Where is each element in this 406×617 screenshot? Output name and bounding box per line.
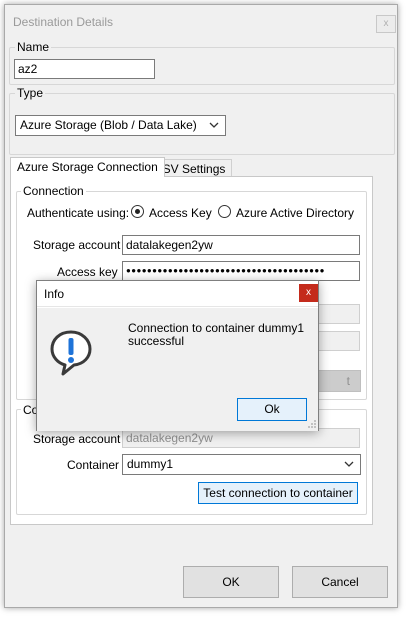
test-connection-button[interactable]: Test connection to container (198, 482, 358, 504)
info-dialog-body: Connection to container dummy1 successfu… (37, 308, 318, 431)
info-ok-button[interactable]: Ok (237, 398, 307, 421)
cancel-button[interactable]: Cancel (292, 566, 388, 598)
tab-azure-storage-connection[interactable]: Azure Storage Connection (10, 157, 165, 177)
connection-group-label: Connection (21, 184, 86, 198)
info-message: Connection to container dummy1 successfu… (128, 321, 305, 348)
radio-azure-ad-label[interactable]: Azure Active Directory (236, 206, 354, 220)
container-storage-account-input: datalakegen2yw (122, 428, 360, 448)
type-select-value: Azure Storage (Blob / Data Lake) (20, 118, 197, 132)
chevron-down-icon (209, 122, 219, 128)
auth-label: Authenticate using: (27, 206, 130, 220)
container-storage-account-label: Storage account (33, 432, 121, 446)
hidden-button-label: t (346, 374, 350, 388)
name-group-label: Name (15, 40, 52, 54)
type-select[interactable]: Azure Storage (Blob / Data Lake) (15, 115, 226, 136)
radio-access-key[interactable] (131, 205, 144, 218)
window-title: Destination Details (13, 15, 114, 29)
info-dialog-title: Info (44, 287, 65, 301)
hidden-field-2 (318, 331, 360, 351)
container-select[interactable]: dummy1 (122, 454, 361, 475)
radio-access-key-label[interactable]: Access Key (149, 206, 212, 220)
chevron-down-icon (344, 461, 354, 467)
hidden-field-1 (318, 304, 360, 324)
speech-bubble-exclamation-icon (50, 330, 92, 376)
name-input[interactable]: az2 (14, 59, 155, 79)
access-key-label: Access key (57, 265, 118, 279)
type-group-label: Type (15, 86, 46, 100)
access-key-input[interactable]: ●●●●●●●●●●●●●●●●●●●●●●●●●●●●●●●●●●●●●● (122, 261, 360, 281)
storage-account-label: Storage account (33, 238, 121, 252)
ok-button[interactable]: OK (183, 566, 279, 598)
info-close-button[interactable]: x (299, 284, 318, 302)
storage-account-input[interactable]: datalakegen2yw (122, 235, 360, 255)
hidden-button: t (318, 370, 361, 392)
window-close-button[interactable]: x (376, 15, 396, 33)
info-titlebar: Info x (37, 281, 318, 307)
container-label: Container (67, 458, 120, 472)
info-dialog: Info x Connection to container dummy1 su… (36, 280, 319, 431)
container-select-value: dummy1 (127, 457, 174, 471)
resize-grip-icon[interactable] (307, 419, 317, 429)
radio-azure-ad[interactable] (218, 205, 231, 218)
